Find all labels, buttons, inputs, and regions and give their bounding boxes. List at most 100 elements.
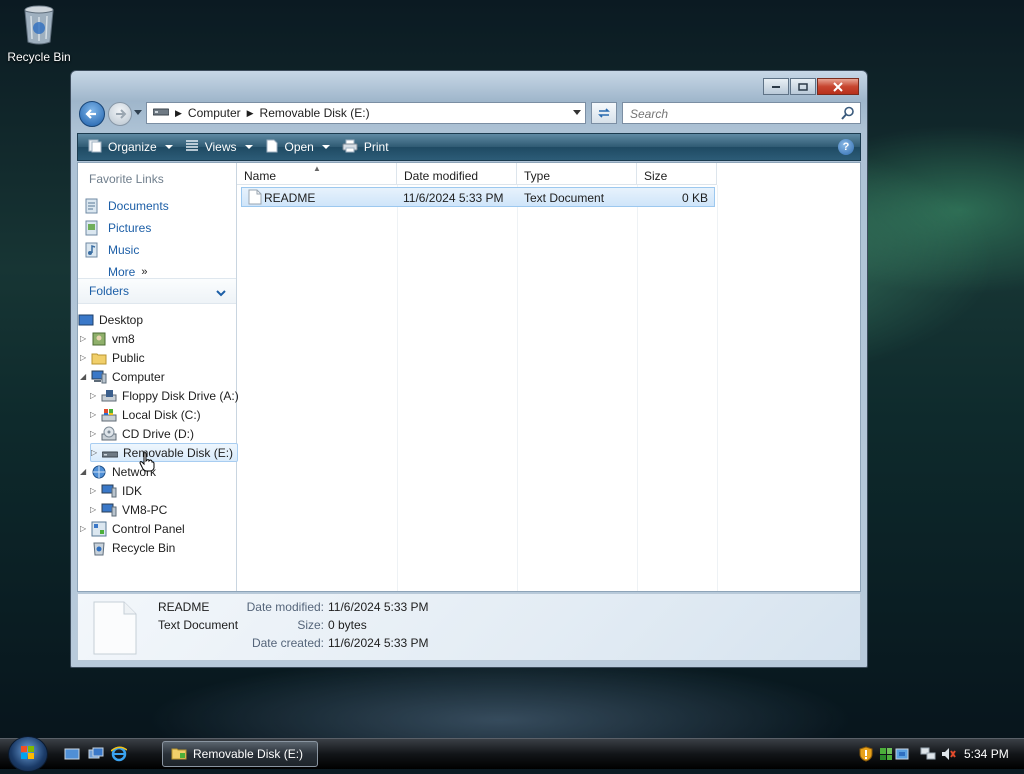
removable-drive-icon	[101, 445, 119, 461]
tree-item-removable-disk[interactable]: ▷ Removable Disk (E:)	[90, 443, 239, 462]
tree-item-public[interactable]: ▷ Public	[80, 348, 145, 367]
chevron-down-icon	[321, 145, 330, 149]
network-status-icon[interactable]	[920, 746, 936, 762]
favorite-link-music[interactable]: Music	[84, 240, 139, 260]
folders-header[interactable]: Folders	[78, 278, 236, 304]
favorite-link-documents[interactable]: Documents	[84, 196, 169, 216]
folder-icon	[91, 350, 107, 366]
hard-drive-icon	[101, 407, 117, 423]
file-size: 0 KB	[681, 191, 708, 205]
file-type: Text Document	[524, 191, 605, 205]
taskbar-button-label: Removable Disk (E:)	[193, 747, 304, 761]
search-icon[interactable]	[841, 106, 855, 123]
tree-label: vm8	[112, 331, 135, 346]
column-header-name[interactable]: Name ▲	[237, 163, 397, 185]
expand-icon[interactable]: ▷	[80, 353, 88, 362]
recycle-bin-label: Recycle Bin	[7, 50, 71, 64]
expand-icon[interactable]: ▷	[80, 524, 88, 533]
help-icon[interactable]: ?	[838, 139, 854, 155]
column-divider	[517, 185, 518, 591]
windows-update-icon[interactable]	[878, 746, 894, 762]
refresh-button[interactable]	[591, 102, 617, 124]
control-panel-icon	[91, 521, 107, 537]
column-header-type[interactable]: Type	[517, 163, 637, 185]
favorite-link-label: Music	[108, 243, 140, 257]
tree-item-idk[interactable]: ▷ IDK	[90, 481, 142, 500]
tree-label: IDK	[122, 483, 143, 498]
desktop-icon	[78, 312, 94, 328]
forward-button[interactable]	[108, 102, 132, 126]
desktop-recycle-bin[interactable]: Recycle Bin	[6, 4, 72, 64]
command-bar: Organize Views Open Print ?	[77, 133, 861, 161]
tree-item-vm8[interactable]: ▷ vm8	[80, 329, 135, 348]
back-button[interactable]	[79, 101, 105, 127]
minimize-button[interactable]	[763, 78, 789, 95]
address-dropdown-icon[interactable]	[573, 110, 581, 115]
taskbar-button-removable-disk[interactable]: Removable Disk (E:)	[162, 741, 318, 767]
tree-label: VM8-PC	[122, 502, 168, 517]
close-button[interactable]	[817, 78, 859, 95]
tree-item-cd-drive[interactable]: ▷ CD Drive (D:)	[90, 424, 194, 443]
tree-item-computer[interactable]: ◢ Computer	[80, 367, 165, 386]
device-icon[interactable]	[894, 746, 910, 762]
documents-icon	[84, 198, 100, 214]
expand-icon[interactable]: ▷	[90, 429, 98, 438]
print-button[interactable]: Print	[336, 134, 395, 160]
organize-button[interactable]: Organize	[82, 134, 179, 160]
clock[interactable]: 5:34 PM	[964, 747, 1009, 761]
taskbar: Removable Disk (E:) 5:34 PM	[0, 736, 1024, 772]
tree-item-desktop[interactable]: Desktop	[78, 310, 143, 329]
explorer-window: ▶ Computer ▶ Removable Disk (E:) Organiz…	[70, 70, 868, 668]
recycle-bin-icon	[91, 540, 107, 556]
drive-icon	[152, 106, 170, 120]
details-size-label: Size:	[297, 618, 324, 632]
collapse-icon[interactable]: ◢	[80, 467, 88, 476]
tree-item-recycle-bin[interactable]: Recycle Bin	[91, 538, 175, 557]
favorite-link-pictures[interactable]: Pictures	[84, 218, 151, 238]
breadcrumb-computer[interactable]: Computer	[188, 106, 241, 120]
views-button[interactable]: Views	[179, 134, 259, 160]
file-row-readme[interactable]: README 11/6/2024 5:33 PM Text Document 0…	[241, 187, 715, 207]
column-label: Name	[244, 169, 277, 183]
internet-explorer-icon[interactable]	[110, 746, 128, 762]
tree-item-control-panel[interactable]: ▷ Control Panel	[80, 519, 185, 538]
switch-windows-icon[interactable]	[88, 746, 104, 762]
forward-arrow-icon	[116, 109, 127, 119]
maximize-button[interactable]	[790, 78, 816, 95]
start-button[interactable]	[8, 736, 48, 772]
tree-item-local-disk[interactable]: ▷ Local Disk (C:)	[90, 405, 201, 424]
collapse-icon[interactable]: ◢	[80, 372, 88, 381]
tree-item-floppy[interactable]: ▷ Floppy Disk Drive (A:)	[90, 386, 239, 405]
search-box[interactable]	[622, 102, 861, 124]
volume-muted-icon[interactable]	[940, 746, 956, 762]
expand-icon[interactable]: ▷	[90, 410, 98, 419]
views-label: Views	[204, 140, 237, 154]
favorite-link-label: More	[108, 265, 136, 279]
breadcrumb-removable-disk[interactable]: Removable Disk (E:)	[260, 106, 370, 120]
tree-label: Control Panel	[112, 521, 185, 536]
column-header-date-modified[interactable]: Date modified	[397, 163, 517, 185]
organize-label: Organize	[108, 140, 157, 154]
security-shield-icon[interactable]	[858, 746, 874, 762]
floppy-drive-icon	[101, 388, 117, 404]
expand-icon[interactable]: ▷	[90, 391, 98, 400]
expand-icon[interactable]: ▷	[80, 334, 88, 343]
open-button[interactable]: Open	[259, 134, 336, 160]
favorite-link-label: Documents	[108, 199, 169, 213]
column-header-size[interactable]: Size	[637, 163, 717, 185]
chevron-down-icon	[244, 145, 253, 149]
expand-icon[interactable]: ▷	[91, 448, 99, 457]
address-bar[interactable]: ▶ Computer ▶ Removable Disk (E:)	[146, 102, 586, 124]
show-desktop-icon[interactable]	[64, 746, 80, 762]
network-computer-icon	[101, 502, 117, 518]
user-folder-icon	[91, 331, 107, 347]
window-controls	[763, 78, 859, 95]
expand-icon[interactable]: ▷	[90, 505, 98, 514]
search-input[interactable]	[628, 104, 832, 124]
recent-pages-dropdown[interactable]	[134, 110, 142, 115]
expand-icon[interactable]: ▷	[90, 486, 98, 495]
sort-ascending-icon: ▲	[313, 164, 321, 173]
system-tray: 5:34 PM	[850, 739, 1024, 769]
content-area: Favorite Links Documents Pictures Music	[77, 162, 861, 592]
tree-item-vm8-pc[interactable]: ▷ VM8-PC	[90, 500, 167, 519]
